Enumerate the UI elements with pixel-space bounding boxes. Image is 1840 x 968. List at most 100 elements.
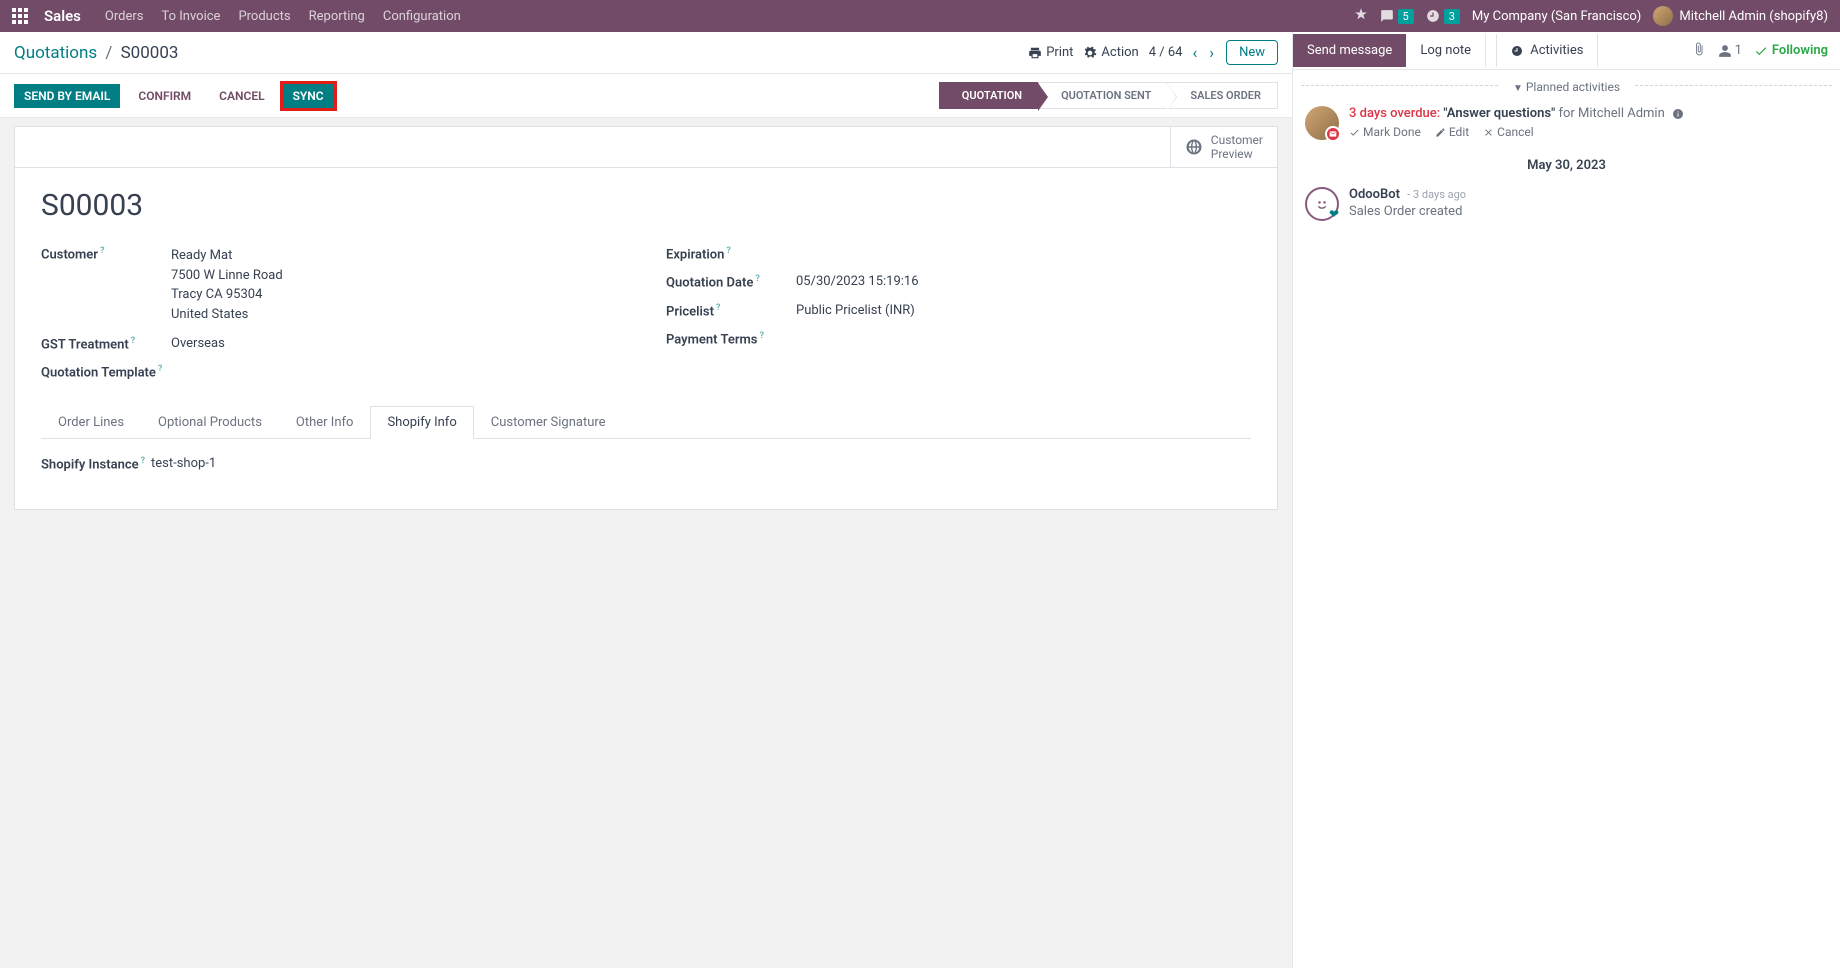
activities-clock-icon[interactable]: 3 [1426,9,1460,24]
quotation-template-field[interactable] [171,364,626,380]
log-timestamp: - 3 days ago [1407,188,1466,201]
pencil-icon [1435,127,1446,138]
record-title: S00003 [41,188,1251,223]
print-icon [1028,46,1042,60]
cancel-activity-button[interactable]: Cancel [1483,125,1534,139]
status-quotation[interactable]: QUOTATION [939,82,1039,109]
form-sheet: Customer Preview S00003 Customer? Ready … [14,126,1278,510]
avatar-icon [1653,6,1673,26]
following-button[interactable]: Following [1754,43,1828,58]
log-message: Sales Order created [1349,204,1828,219]
gear-icon [1083,46,1097,60]
status-sales-order[interactable]: SALES ORDER [1167,82,1278,109]
breadcrumb-separator: / [105,43,112,63]
activity-avatar[interactable] [1305,106,1339,140]
tab-order-lines[interactable]: Order Lines [41,406,141,439]
print-label: Print [1046,45,1073,60]
sync-button[interactable]: SYNC [283,84,334,108]
overdue-label: 3 days overdue: [1349,106,1440,121]
log-date-separator: May 30, 2023 [1293,146,1840,181]
planned-activities-header[interactable]: ▼ Planned activities [1293,70,1840,100]
breadcrumb-root[interactable]: Quotations [14,43,97,63]
app-brand[interactable]: Sales [44,7,81,25]
user-icon [1718,44,1732,58]
customer-label: Customer? [41,246,171,324]
user-menu[interactable]: Mitchell Admin (shopify8) [1653,6,1828,26]
tab-customer-signature[interactable]: Customer Signature [474,406,623,439]
pager-prev-icon[interactable]: ‹ [1190,43,1199,62]
followers-count: 1 [1735,43,1742,58]
shopify-instance-field[interactable]: test-shop-1 [151,456,1251,472]
new-button[interactable]: New [1226,40,1278,65]
log-note-button[interactable]: Log note [1406,34,1486,67]
status-quotation-sent[interactable]: QUOTATION SENT [1038,82,1168,109]
attachment-icon[interactable] [1692,42,1706,60]
user-name: Mitchell Admin (shopify8) [1679,9,1828,24]
messages-count: 5 [1398,9,1414,24]
customer-field[interactable]: Ready Mat 7500 W Linne Road Tracy CA 953… [171,246,626,324]
customer-preview-button[interactable]: Customer Preview [1170,127,1277,167]
nav-products[interactable]: Products [238,9,290,24]
heart-icon: ❤ [1329,207,1339,221]
customer-street: 7500 W Linne Road [171,266,626,286]
status-bar: QUOTATION QUOTATION SENT SALES ORDER [940,82,1278,109]
pricelist-label: Pricelist? [666,303,796,319]
nav-configuration[interactable]: Configuration [383,9,461,24]
clock-icon [1511,45,1523,57]
payment-terms-field[interactable] [796,331,1251,347]
tab-shopify-info[interactable]: Shopify Info [370,406,473,439]
close-icon [1483,127,1494,138]
action-menu[interactable]: Action [1083,45,1138,60]
send-message-button[interactable]: Send message [1293,34,1406,67]
odoobot-avatar[interactable]: ❤ [1305,187,1339,221]
activities-label: Activities [1530,43,1583,58]
nav-to-invoice[interactable]: To Invoice [161,9,220,24]
expiration-label: Expiration? [666,246,796,262]
activity-item: 3 days overdue: "Answer questions" for M… [1293,100,1840,146]
quotation-date-field[interactable]: 05/30/2023 15:19:16 [796,274,1251,290]
payment-terms-label: Payment Terms? [666,331,796,347]
quotation-template-label: Quotation Template? [41,364,171,380]
action-label: Action [1101,45,1138,60]
nav-reporting[interactable]: Reporting [309,9,365,24]
edit-activity-button[interactable]: Edit [1435,125,1469,139]
log-author[interactable]: OdooBot [1349,187,1400,202]
gst-field[interactable]: Overseas [171,336,626,352]
followers-button[interactable]: 1 [1718,43,1742,58]
quotation-date-label: Quotation Date? [666,274,796,290]
check-icon [1754,44,1768,58]
shopify-tab-pane: Shopify Instance? test-shop-1 [41,439,1251,495]
star-icon[interactable] [1354,7,1368,25]
activity-assignee: for Mitchell Admin [1558,106,1664,121]
shopify-instance-label: Shopify Instance? [41,456,151,472]
activities-count: 3 [1444,9,1460,24]
mail-badge-icon [1325,126,1341,142]
preview-line2: Preview [1211,147,1263,161]
breadcrumb: Quotations / S00003 [14,43,178,63]
customer-country: United States [171,305,626,325]
company-switcher[interactable]: My Company (San Francisco) [1472,9,1641,24]
customer-name: Ready Mat [171,246,626,266]
pager-count[interactable]: 4 / 64 [1149,45,1183,60]
confirm-button[interactable]: CONFIRM [128,84,201,108]
apps-icon[interactable] [12,8,28,24]
pricelist-field[interactable]: Public Pricelist (INR) [796,303,1251,319]
breadcrumb-current: S00003 [121,43,179,63]
send-by-email-button[interactable]: SEND BY EMAIL [14,84,120,108]
messages-icon[interactable]: 5 [1380,9,1414,24]
mark-done-button[interactable]: Mark Done [1349,125,1421,139]
check-icon [1349,127,1360,138]
pager-next-icon[interactable]: › [1207,43,1216,62]
info-icon[interactable] [1672,108,1684,120]
tab-other-info[interactable]: Other Info [279,406,371,439]
nav-orders[interactable]: Orders [105,9,144,24]
activities-button[interactable]: Activities [1496,34,1598,67]
print-button[interactable]: Print [1028,45,1073,60]
pager: 4 / 64 ‹ › [1149,43,1216,62]
globe-icon [1185,138,1203,156]
cancel-button[interactable]: CANCEL [209,84,274,108]
main-nav: Orders To Invoice Products Reporting Con… [105,9,461,24]
tab-optional-products[interactable]: Optional Products [141,406,279,439]
expiration-field[interactable] [796,246,1251,262]
activity-title[interactable]: "Answer questions" [1443,106,1555,121]
